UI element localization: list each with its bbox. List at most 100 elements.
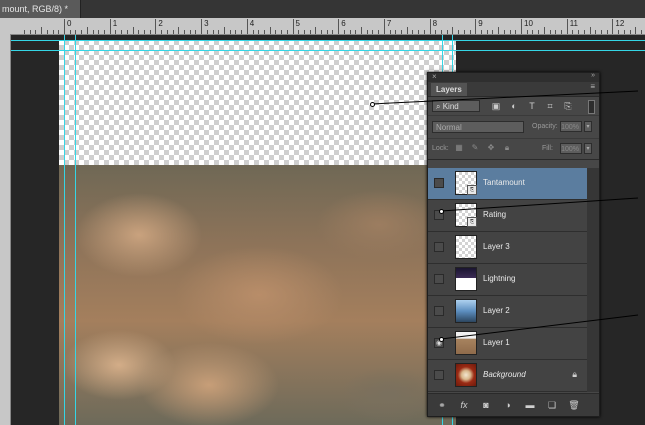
fill-field[interactable]: 100% [560,143,582,154]
ruler-minor-tick [503,30,505,34]
smart-object-filter-icon[interactable]: ⎘ [562,100,574,112]
ruler-minor-tick [389,30,391,34]
panel-title-bar[interactable]: × » [428,72,599,82]
ruler-minor-tick [572,30,574,34]
visibility-toggle[interactable] [434,178,444,188]
adjustment-layer-filter-icon[interactable]: ◐ [508,100,520,112]
ruler-label: 8 [432,19,438,28]
tab-layers[interactable]: Layers [431,83,467,96]
layer-thumbnail [455,331,477,355]
photoshop-window: mount, RGB/8) * 0 1 2 3 4 5 6 7 8 9 10 11 12 × » Lay… [0,0,645,425]
horizontal-ruler[interactable]: 0 1 2 3 4 5 6 7 8 9 10 11 12 [0,18,645,35]
lock-icon: 🔒︎ [572,369,577,379]
new-group-icon[interactable]: ▬ [524,399,536,411]
cloud-image-layer[interactable] [59,165,456,425]
blend-mode-select[interactable]: Normal [432,121,524,133]
lock-position-icon[interactable]: ✥ [486,143,496,153]
ruler-minor-tick [121,30,123,34]
ruler-minor-tick [132,27,134,34]
layer-name[interactable]: Background [483,370,526,379]
ruler-minor-tick [458,30,460,34]
layer-row-tantamount[interactable]: ⎘ Tantamount [428,168,587,200]
adjustment-layer-icon[interactable]: ◑ [502,399,514,411]
layer-row-layer-3[interactable]: Layer 3 [428,232,587,264]
document-tab-bar [0,0,645,18]
guide-horizontal[interactable] [11,50,645,51]
ruler-tick [292,19,294,34]
layer-name[interactable]: Layer 2 [483,306,510,315]
vertical-ruler[interactable] [0,34,11,425]
ruler-minor-tick [441,30,443,34]
ruler-minor-tick [69,30,71,34]
layer-row-background[interactable]: Background 🔒︎ [428,360,587,392]
guide-vertical[interactable] [64,35,65,425]
layer-row-layer-2[interactable]: Layer 2 [428,296,587,328]
ruler-label: 5 [295,19,300,28]
layer-name[interactable]: Tantamount [483,178,525,187]
close-icon[interactable]: × [432,72,437,81]
lock-image-pixels-icon[interactable]: ✎ [470,143,480,153]
ruler-minor-tick [166,30,168,34]
visibility-toggle[interactable] [434,370,444,380]
layer-row-lightning[interactable]: Lightning [428,264,587,296]
ruler-minor-tick [532,30,534,34]
ruler-minor-tick [29,30,31,34]
layers-panel-footer: ⚭ fx ◙ ◑ ▬ ❏ 🗑︎ [428,393,599,416]
lock-all-icon[interactable]: 🔒︎ [502,143,512,153]
guide-vertical[interactable] [75,35,76,425]
search-icon: ⌕ [436,102,441,111]
ruler-tick [338,19,340,34]
visibility-toggle[interactable] [434,242,444,252]
guide-horizontal[interactable] [11,40,645,41]
link-layers-icon[interactable]: ⚭ [436,399,448,411]
ruler-minor-tick [263,30,265,34]
callout-dot [439,337,444,342]
ruler-minor-tick [435,30,437,34]
opacity-dropdown-icon[interactable]: ▾ [584,121,592,132]
visibility-toggle[interactable] [434,306,444,316]
document-tab[interactable]: mount, RGB/8) * [0,0,81,18]
ruler-minor-tick [258,30,260,34]
ruler-minor-tick [115,30,117,34]
layer-list-scrollbar[interactable] [587,168,599,392]
layer-row-rating[interactable]: ⎘ Rating [428,200,587,232]
add-mask-icon[interactable]: ◙ [480,399,492,411]
ruler-minor-tick [543,27,545,34]
transparent-canvas-area[interactable] [59,40,456,165]
fill-dropdown-icon[interactable]: ▾ [584,143,592,154]
ruler-label: 6 [341,19,346,28]
filter-toggle-switch[interactable] [588,100,595,114]
ruler-minor-tick [92,30,94,34]
ruler-tick [201,19,203,34]
layer-name[interactable]: Rating [483,210,506,219]
layer-name[interactable]: Lightning [483,274,515,283]
ruler-minor-tick [303,30,305,34]
visibility-toggle[interactable] [434,274,444,284]
ruler-minor-tick [241,30,243,34]
ruler-minor-tick [481,30,482,34]
layer-name[interactable]: Layer 3 [483,242,510,251]
ruler-minor-tick [149,30,151,34]
filter-kind-select[interactable]: ⌕ Kind [432,100,480,112]
ruler-minor-tick [75,30,77,34]
ruler-minor-tick [549,30,551,34]
panel-menu-icon[interactable]: ≡ [590,82,595,91]
blend-row: Normal Opacity: 100% ▾ [428,116,599,139]
fx-icon[interactable]: fx [458,399,470,411]
opacity-field[interactable]: 100% [560,121,582,132]
type-layer-filter-icon[interactable]: T [526,100,538,112]
ruler-minor-tick [286,30,288,34]
ruler-minor-tick [252,30,254,34]
ruler-minor-tick [46,30,48,34]
shape-layer-filter-icon[interactable]: ⌗ [544,100,556,112]
new-layer-icon[interactable]: ❏ [546,399,558,411]
collapse-icon[interactable]: » [591,72,595,79]
layer-name[interactable]: Layer 1 [483,338,510,347]
ruler-minor-tick [361,27,363,34]
layer-row-layer-1[interactable]: ◉ Layer 1 [428,328,587,360]
ruler-tick [383,19,385,34]
trash-icon[interactable]: 🗑︎ [568,399,580,411]
pixel-layer-filter-icon[interactable]: ▣ [490,100,502,112]
lock-transparent-pixels-icon[interactable]: ▦ [454,143,464,153]
panel-tab-bar: Layers ≡ [428,82,599,97]
